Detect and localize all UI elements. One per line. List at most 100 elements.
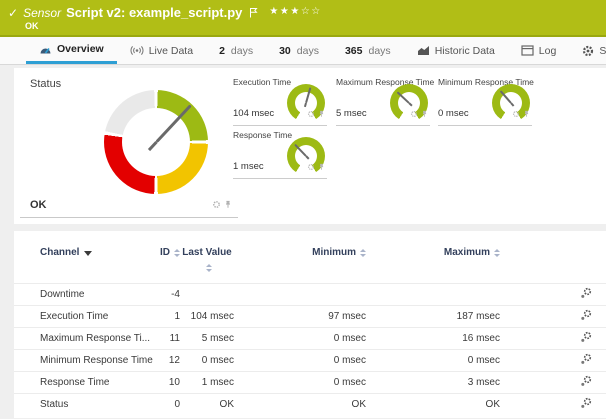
panel-pin-icon[interactable] [421,105,428,123]
last-value: 5 msec [180,333,234,344]
panel-gear-icon[interactable] [307,105,315,123]
last-value: 104 msec [180,311,234,322]
header-maximum[interactable]: Maximum [366,247,500,259]
channel-name[interactable]: Execution Time [40,311,158,322]
panel-gear-icon[interactable] [512,105,520,123]
tab-settings[interactable]: Settings [569,37,606,64]
mini-gauge-panel: Execution Time 104 msec [233,75,327,126]
table-row: Minimum Response Time 12 0 msec 0 msec 0… [14,349,606,371]
edit-channel-icon[interactable] [500,331,606,346]
channel-id: 12 [158,355,180,366]
mini-gauge-value: 5 msec [336,108,367,119]
mini-gauge-title: Response Time [233,130,292,140]
stars-filled: ★★★ [269,6,300,17]
table-row: Response Time 10 1 msec 0 msec 3 msec [14,371,606,393]
tab-log[interactable]: Log [508,37,570,64]
channel-name[interactable]: Response Time [40,377,158,388]
panel-pin-icon[interactable] [224,196,232,214]
chart-icon [417,45,430,56]
tab-number: 365 [345,45,363,57]
log-icon [521,45,534,56]
page-title: Script v2: example_script.py [66,5,242,20]
sensor-title-bar: ✓ Sensor Script v2: example_script.py ★★… [0,0,606,37]
tab-unit: days [297,45,319,57]
panel-pin-icon[interactable] [318,105,325,123]
tab-number: 30 [279,45,291,57]
tab-historic-data[interactable]: Historic Data [404,37,508,64]
live-signal-icon [130,45,144,56]
edit-channel-icon[interactable] [500,287,606,302]
edit-channel-icon[interactable] [500,309,606,324]
sort-icon [494,249,500,257]
minimum-value: 97 msec [234,311,366,322]
channel-name[interactable]: Status [40,399,158,410]
object-kind-label: Sensor [23,6,61,20]
tab-30-days[interactable]: 30 days [266,37,332,64]
channel-name[interactable]: Downtime [40,289,158,300]
tab-bar: Overview Live Data 2 days 30 days 365 da… [0,37,606,65]
sort-icon [206,264,212,272]
maximum-value: 3 msec [366,377,500,388]
header-last-value[interactable]: Last Value [180,247,234,272]
channel-id: 0 [158,399,180,410]
tab-label: Log [539,45,557,57]
maximum-value: 16 msec [366,333,500,344]
edit-channel-icon[interactable] [500,375,606,390]
tab-label: Live Data [149,45,193,57]
maximum-value: 0 msec [366,355,500,366]
header-id[interactable]: ID [158,247,180,259]
mini-gauge-title: Maximum Response Time [336,77,434,87]
minimum-value: 0 msec [234,377,366,388]
tab-live-data[interactable]: Live Data [117,37,206,64]
channel-table: Channel ID Last Value Minimum Maximum Do… [14,231,606,418]
tab-unit: days [231,45,253,57]
status-check-icon: ✓ [8,6,18,20]
minimum-value: OK [234,399,366,410]
tab-number: 2 [219,45,225,57]
channel-name[interactable]: Maximum Response Ti... [40,333,158,344]
last-value: 0 msec [180,355,234,366]
stars-empty: ☆☆ [301,6,322,17]
mini-gauge-value: 0 msec [438,108,469,119]
mini-gauge-panel: Response Time 1 msec [233,128,327,179]
table-row: Status 0 OK OK OK [14,393,606,415]
table-row: Execution Time 1 104 msec 97 msec 187 ms… [14,305,606,327]
mini-gauge-panel: Maximum Response Time 5 msec [336,75,430,126]
channel-id: 11 [158,333,180,344]
minimum-value: 0 msec [234,333,366,344]
priority-stars[interactable]: ★★★☆☆ [269,6,321,17]
maximum-value: 187 msec [366,311,500,322]
panel-gear-icon[interactable] [307,158,315,176]
tab-label: Overview [57,43,104,55]
flag-icon[interactable] [249,7,258,18]
sort-desc-icon [84,251,92,256]
table-row: Downtime -4 [14,283,606,305]
header-channel[interactable]: Channel [40,247,158,259]
panel-pin-icon[interactable] [318,158,325,176]
panel-gear-icon[interactable] [212,196,221,214]
tab-overview[interactable]: Overview [26,37,117,64]
edit-channel-icon[interactable] [500,397,606,412]
panel-pin-icon[interactable] [523,105,530,123]
tab-label: Historic Data [435,45,495,57]
panel-gear-icon[interactable] [410,105,418,123]
channel-id: 1 [158,311,180,322]
tab-label: Settings [599,45,606,57]
tab-unit: days [369,45,391,57]
last-value: OK [180,399,234,410]
mini-gauge-value: 1 msec [233,161,264,172]
header-minimum[interactable]: Minimum [234,247,366,259]
panel-title: Status [30,78,61,90]
mini-gauge-title: Execution Time [233,77,291,87]
edit-channel-icon[interactable] [500,353,606,368]
overview-gauges-section: Status OK Execution Time 104 msec [14,68,606,224]
minimum-value: 0 msec [234,355,366,366]
mini-gauge-panel: Minimum Response Time 0 msec [438,75,532,126]
channel-name[interactable]: Minimum Response Time [40,355,158,366]
gauge-icon [39,43,52,55]
status-gauge-panel: Status OK [20,72,238,218]
tab-365-days[interactable]: 365 days [332,37,404,64]
mini-gauge-value: 104 msec [233,108,274,119]
tab-2-days[interactable]: 2 days [206,37,266,64]
maximum-value: OK [366,399,500,410]
